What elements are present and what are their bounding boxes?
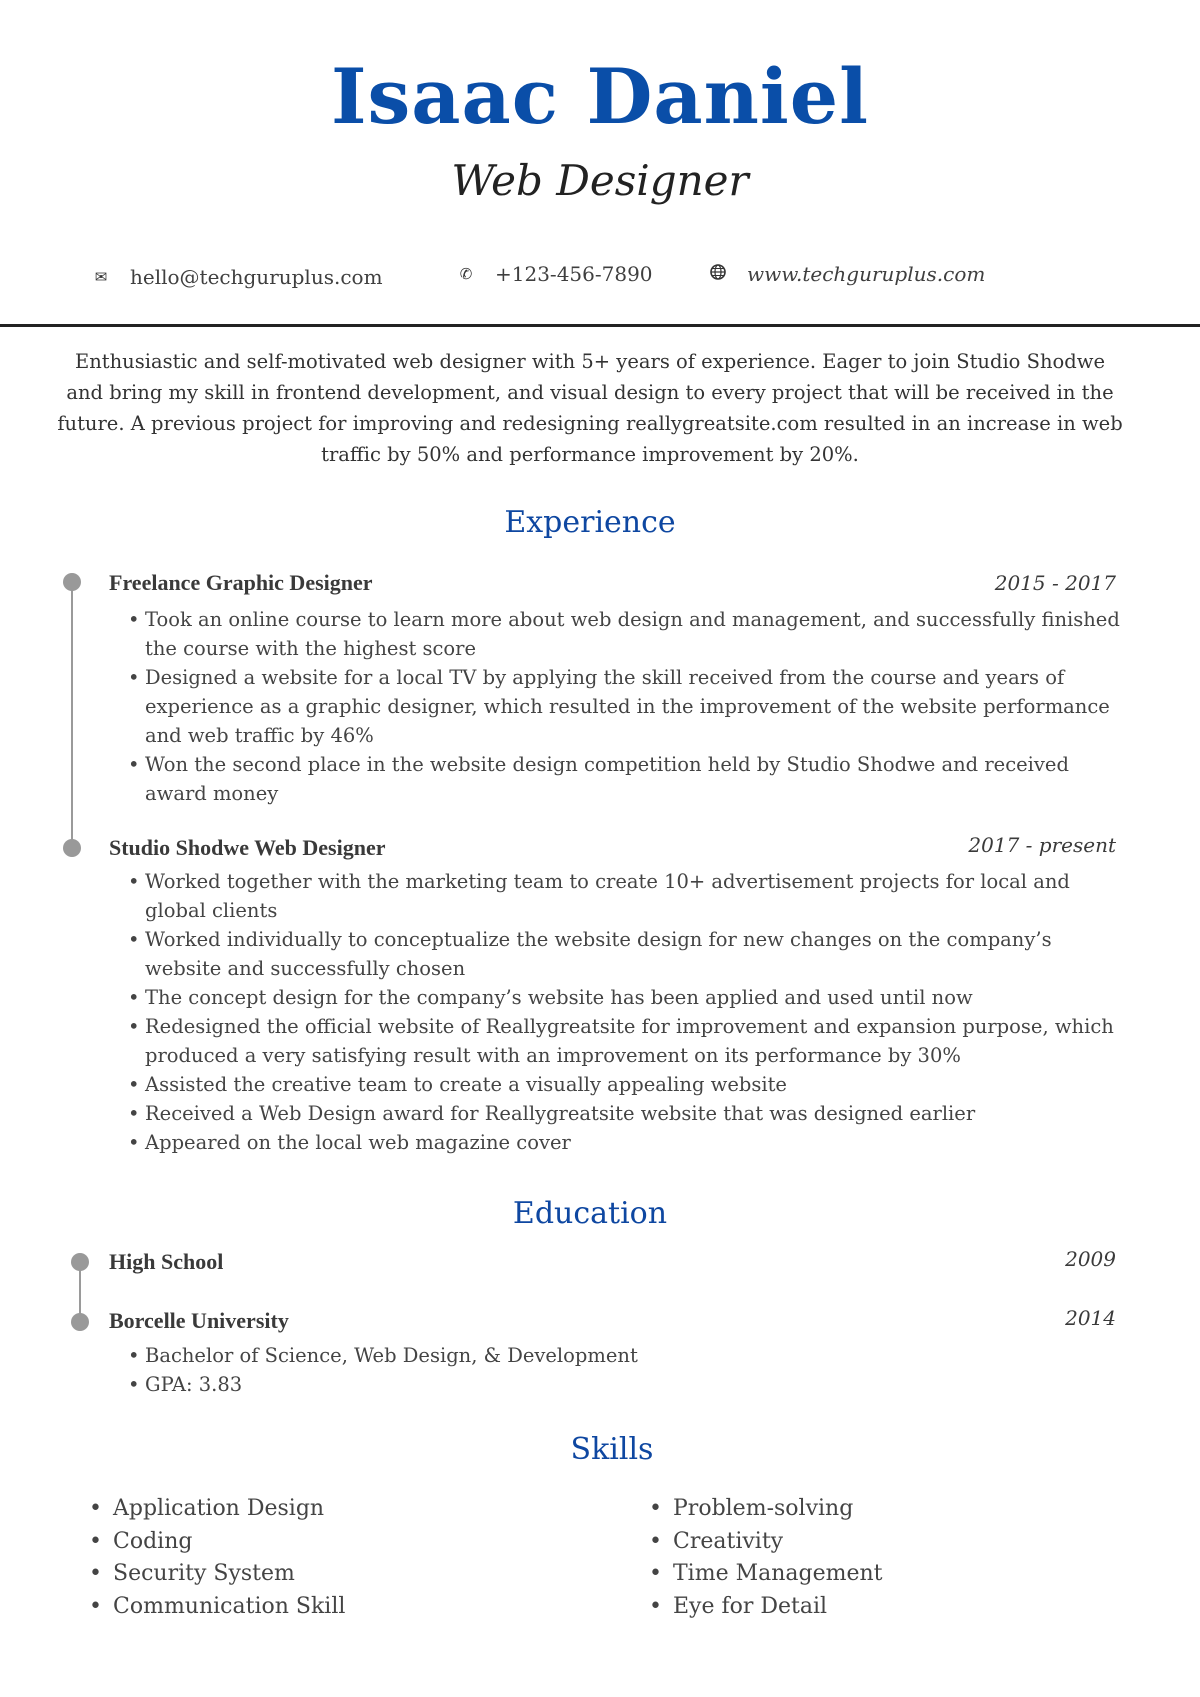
- profile-summary: Enthusiastic and self-motivated web desi…: [57, 350, 1123, 466]
- skill-item: Communication Skill: [89, 1591, 345, 1624]
- experience-heading: Experience: [504, 505, 676, 540]
- experience-entry-date: 2015 - 2017: [994, 571, 1116, 595]
- education-bullets: Bachelor of Science, Web Design, & Devel…: [128, 1341, 1125, 1399]
- skill-item: Application Design: [89, 1493, 345, 1526]
- skill-item: Security System: [89, 1558, 345, 1591]
- email-text[interactable]: hello@techguruplus.com: [130, 265, 383, 289]
- phone-text[interactable]: +123-456-7890: [495, 262, 653, 286]
- experience-entry-title: Freelance Graphic Designer: [109, 570, 373, 595]
- education-timeline-dot: [71, 1253, 89, 1271]
- website-text[interactable]: www.techguruplus.com: [747, 262, 985, 286]
- skill-item: Coding: [89, 1526, 345, 1559]
- list-item: Worked individually to conceptualize the…: [128, 925, 1125, 983]
- experience-entry-date: 2017 - present: [968, 833, 1116, 857]
- list-item: Won the second place in the website desi…: [128, 750, 1125, 808]
- education-entry-title: High School: [109, 1249, 224, 1274]
- experience-bullets: Worked together with the marketing team …: [128, 867, 1125, 1157]
- phone-icon: ✆: [459, 265, 473, 283]
- education-entry-title: Borcelle University: [109, 1308, 289, 1333]
- list-item: Bachelor of Science, Web Design, & Devel…: [128, 1341, 1125, 1370]
- skill-item: Eye for Detail: [649, 1591, 883, 1624]
- skills-heading: Skills: [570, 1432, 654, 1467]
- contact-website: www.techguruplus.com: [707, 259, 985, 289]
- skill-item: Time Management: [649, 1558, 882, 1591]
- education-entry-date: 2009: [1065, 1247, 1116, 1271]
- experience-bullets: Took an online course to learn more abou…: [128, 605, 1125, 808]
- skills-list-right: Problem-solving Creativity Time Manageme…: [649, 1493, 883, 1624]
- experience-timeline-dot: [63, 573, 81, 591]
- skills-list-left: Application Design Coding Security Syste…: [89, 1493, 345, 1624]
- experience-timeline-line: [71, 582, 73, 848]
- list-item: Appeared on the local web magazine cover: [128, 1128, 1125, 1157]
- candidate-name: Isaac Daniel: [330, 52, 870, 141]
- header-divider: [0, 324, 1200, 327]
- contact-email: ✉ hello@techguruplus.com: [90, 262, 383, 292]
- skill-item: Creativity: [649, 1526, 883, 1559]
- list-item: The concept design for the company’s web…: [128, 983, 1125, 1012]
- envelope-icon: ✉: [94, 268, 108, 286]
- list-item: Assisted the creative team to create a v…: [128, 1070, 1125, 1099]
- skill-item: Problem-solving: [649, 1493, 883, 1526]
- job-title: Web Designer: [451, 156, 749, 205]
- list-item: Redesigned the official website of Reall…: [128, 1012, 1125, 1070]
- experience-entry-title: Studio Shodwe Web Designer: [109, 835, 386, 860]
- globe-icon: [707, 264, 729, 284]
- list-item: Designed a website for a local TV by app…: [128, 663, 1125, 750]
- list-item: GPA: 3.83: [128, 1370, 1125, 1399]
- list-item: Worked together with the marketing team …: [128, 867, 1125, 925]
- experience-timeline-dot: [63, 839, 81, 857]
- list-item: Took an online course to learn more abou…: [128, 605, 1125, 663]
- education-timeline-dot: [71, 1313, 89, 1331]
- education-heading: Education: [512, 1196, 668, 1231]
- education-entry-date: 2014: [1065, 1306, 1116, 1330]
- list-item: Received a Web Design award for Reallygr…: [128, 1099, 1125, 1128]
- contact-phone: ✆ +123-456-7890: [455, 259, 653, 289]
